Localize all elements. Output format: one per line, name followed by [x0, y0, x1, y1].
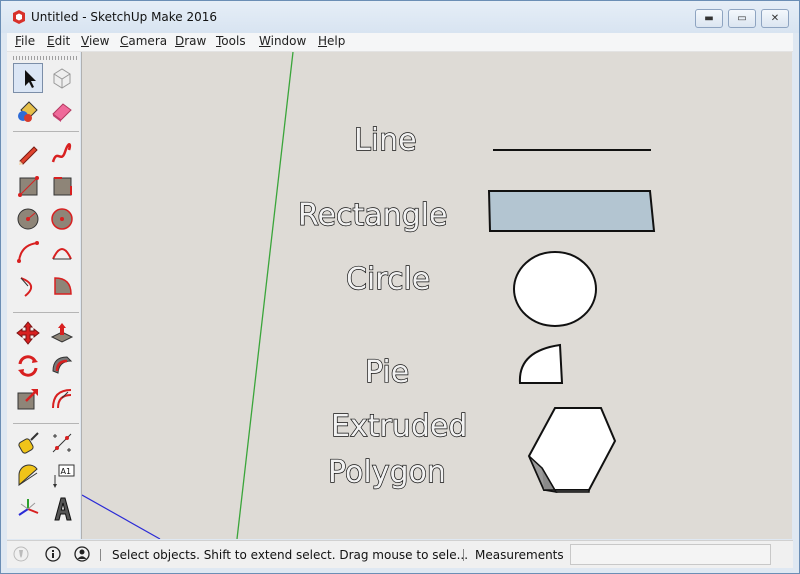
- status-divider: [100, 549, 101, 561]
- select-tool[interactable]: [13, 63, 43, 93]
- protractor-icon: [18, 464, 38, 487]
- drawing-canvas[interactable]: Line Rectangle Circle Pie Extruded Polyg…: [81, 52, 792, 539]
- geo-location-icon[interactable]: [13, 546, 29, 562]
- maximize-button[interactable]: ▭: [728, 9, 756, 28]
- status-hint-text: Select objects. Shift to extend select. …: [112, 548, 469, 562]
- menu-view[interactable]: View: [81, 34, 109, 48]
- rectangle-tool[interactable]: [13, 171, 43, 201]
- label-pie: Pie: [365, 355, 409, 390]
- scale-icon: [17, 389, 38, 410]
- label-polygon: Polygon: [328, 455, 446, 490]
- component-tool[interactable]: [47, 63, 77, 93]
- two-point-arc-icon: [52, 248, 72, 260]
- green-axis-line: [236, 52, 294, 539]
- svg-text:A1: A1: [61, 467, 72, 476]
- tape-measure-tool[interactable]: [13, 428, 43, 458]
- eraser-tool[interactable]: [47, 96, 77, 126]
- menu-help[interactable]: Help: [318, 34, 345, 48]
- label-circle: Circle: [346, 262, 430, 297]
- menu-edit[interactable]: Edit: [47, 34, 70, 48]
- label-line: Line: [354, 123, 417, 158]
- minimize-button[interactable]: ▬: [695, 9, 723, 28]
- circle-shape[interactable]: [513, 251, 597, 327]
- offset-tool[interactable]: [47, 384, 77, 414]
- menu-bar: File Edit View Camera Draw Tools Window …: [7, 33, 793, 52]
- three-point-arc-tool[interactable]: [13, 270, 43, 300]
- toolbar-separator: [13, 131, 79, 132]
- paint-bucket-tool[interactable]: [13, 96, 43, 126]
- text-tool[interactable]: A1: [47, 461, 77, 491]
- axes-icon: [18, 499, 39, 516]
- user-account-icon[interactable]: [74, 546, 90, 562]
- rotate-tool[interactable]: [13, 351, 43, 381]
- scale-tool[interactable]: [13, 384, 43, 414]
- component-box-icon: [53, 68, 71, 89]
- toolbar-separator: [13, 312, 79, 313]
- large-tool-set-toolbar: A1: [7, 52, 80, 539]
- move-tool[interactable]: [13, 318, 43, 348]
- window-title: Untitled - SketchUp Make 2016: [31, 10, 218, 24]
- dimension-tool[interactable]: [47, 428, 77, 458]
- measurements-label: Measurements: [475, 548, 564, 562]
- measurements-input[interactable]: [570, 544, 771, 565]
- dimension-icon: [52, 433, 72, 453]
- follow-me-icon: [52, 356, 73, 374]
- 3d-text-tool[interactable]: [47, 494, 77, 524]
- tape-measure-icon: [18, 432, 39, 454]
- circle-icon: [17, 208, 39, 230]
- menu-camera[interactable]: Camera: [120, 34, 167, 48]
- axes-tool[interactable]: [13, 494, 43, 524]
- sketchup-window: Untitled - SketchUp Make 2016 ▬ ▭ ✕ File…: [0, 0, 800, 574]
- arc-icon: [17, 241, 39, 263]
- rectangle-shape[interactable]: [487, 190, 656, 232]
- select-arrow-icon: [25, 70, 36, 88]
- freehand-tool[interactable]: [47, 138, 77, 168]
- line-tool[interactable]: [13, 138, 43, 168]
- move-arrows-icon: [16, 321, 40, 345]
- pie-icon: [54, 277, 72, 295]
- info-icon[interactable]: [45, 546, 61, 562]
- circle-tool[interactable]: [13, 204, 43, 234]
- polygon-tool[interactable]: [47, 204, 77, 234]
- label-rectangle: Rectangle: [298, 198, 447, 233]
- push-pull-tool[interactable]: [47, 318, 77, 348]
- status-bar: Select objects. Shift to extend select. …: [7, 540, 793, 568]
- label-extruded: Extruded: [331, 409, 467, 444]
- protractor-tool[interactable]: [13, 461, 43, 491]
- push-pull-icon: [50, 323, 74, 343]
- sketchup-logo-icon: [11, 9, 27, 25]
- menu-window[interactable]: Window: [259, 34, 306, 48]
- freehand-curve-icon: [51, 143, 72, 163]
- pencil-icon: [19, 146, 38, 165]
- extruded-polygon-shape[interactable]: [527, 407, 617, 494]
- paint-bucket-icon: [18, 101, 38, 122]
- menu-file[interactable]: File: [15, 34, 35, 48]
- rectangle-icon: [18, 176, 39, 197]
- polygon-icon: [51, 208, 73, 230]
- toolbar-grip[interactable]: [13, 56, 79, 60]
- close-button[interactable]: ✕: [761, 9, 789, 28]
- rotated-rectangle-tool[interactable]: [47, 171, 77, 201]
- blue-axis-line: [82, 494, 161, 539]
- follow-me-tool[interactable]: [47, 351, 77, 381]
- 3d-text-icon: [54, 497, 72, 521]
- title-bar: Untitled - SketchUp Make 2016 ▬ ▭ ✕: [1, 1, 799, 33]
- menu-tools[interactable]: Tools: [216, 34, 246, 48]
- rotate-arrows-icon: [18, 355, 38, 377]
- status-divider: [463, 549, 464, 561]
- pie-tool[interactable]: [47, 270, 77, 300]
- offset-icon: [52, 389, 72, 409]
- eraser-icon: [52, 103, 72, 122]
- three-point-arc-icon: [20, 277, 32, 297]
- menu-draw[interactable]: Draw: [175, 34, 206, 48]
- pie-shape[interactable]: [518, 343, 564, 384]
- arc-tool[interactable]: [13, 237, 43, 267]
- two-point-arc-tool[interactable]: [47, 237, 77, 267]
- rotated-rectangle-icon: [53, 177, 72, 196]
- toolbar-separator: [13, 423, 79, 424]
- text-label-icon: A1: [53, 464, 75, 488]
